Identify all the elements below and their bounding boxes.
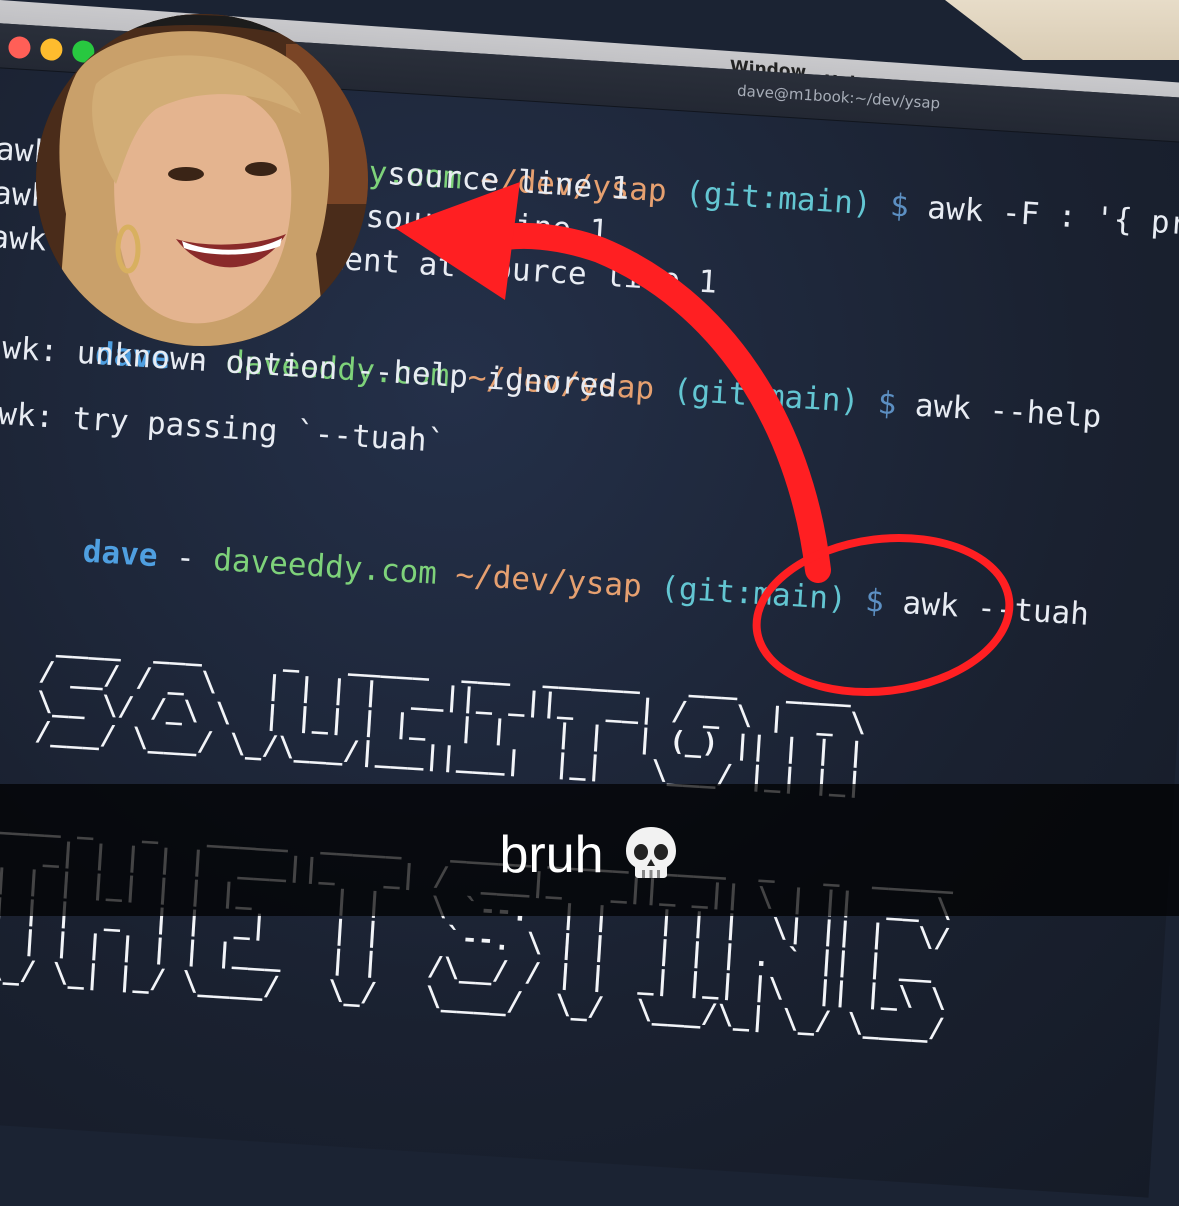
skull-icon — [625, 827, 676, 878]
caption-text: bruh — [499, 826, 604, 884]
caption: bruh — [0, 824, 1179, 885]
